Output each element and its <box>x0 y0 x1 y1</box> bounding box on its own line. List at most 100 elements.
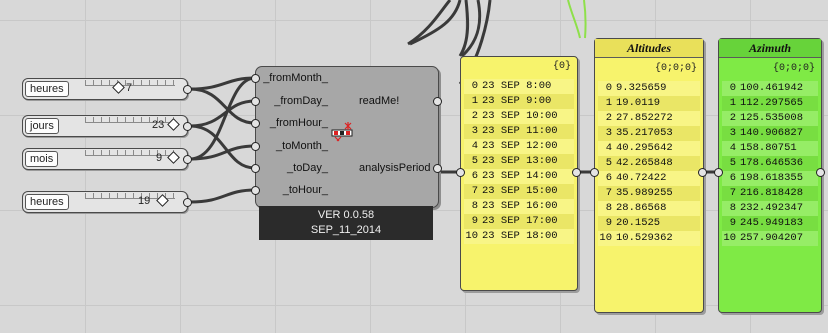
selected-wire-2 <box>583 0 587 39</box>
panel-row: 10 10.529362 <box>598 231 700 246</box>
row-value: 40.295642 <box>616 142 673 154</box>
row-index: 0 <box>605 82 612 94</box>
altitudes-panel[interactable]: Altitudes {0;0;0} 0 9.325659 1 19.0119 2 27.8… <box>594 38 704 313</box>
panel-output-port[interactable] <box>572 168 581 177</box>
row-index: 4 <box>605 142 612 154</box>
panel-row: 1 112.297565 <box>722 96 818 111</box>
row-value: 257.904207 <box>740 232 804 244</box>
panel-row: 0 23 SEP 8:00 <box>464 79 574 94</box>
panel-row: 8 232.492347 <box>722 201 818 216</box>
row-index: 5 <box>471 155 478 167</box>
row-index: 6 <box>471 170 478 182</box>
month-slider[interactable]: mois 9 <box>22 148 188 170</box>
row-value: 9.325659 <box>616 82 667 94</box>
row-value: 20.1525 <box>616 217 661 229</box>
row-value: 112.297565 <box>740 97 804 109</box>
row-index: 6 <box>605 172 612 184</box>
panel-row: 0 9.325659 <box>598 81 700 96</box>
panel-output-port[interactable] <box>816 168 825 177</box>
row-index: 7 <box>605 187 612 199</box>
row-index: 2 <box>471 110 478 122</box>
panel-path: {0} <box>552 61 571 72</box>
day-slider[interactable]: jours 23 <box>22 115 188 137</box>
row-index: 8 <box>729 202 736 214</box>
panel-row: 8 28.86568 <box>598 201 700 216</box>
input-from-day[interactable]: _fromDay_ <box>258 95 328 107</box>
row-value: 23 SEP 8:00 <box>482 80 552 92</box>
output-analysis-period[interactable]: analysisPeriod <box>359 162 431 174</box>
input-to-day[interactable]: _toDay_ <box>258 162 328 174</box>
component-version-bar: VER 0.0.58 SEP_11_2014 <box>259 206 433 240</box>
row-index: 0 <box>729 82 736 94</box>
panel-rows: 0 100.461942 1 112.297565 2 125.535008 3 140.90… <box>722 81 818 246</box>
input-port[interactable] <box>251 74 260 83</box>
input-to-month[interactable]: _toMonth_ <box>258 140 328 152</box>
row-index: 10 <box>599 232 612 244</box>
slider-output-grip[interactable] <box>183 155 192 164</box>
panel-row: 4 23 SEP 12:00 <box>464 139 574 154</box>
slider-label: heures <box>25 194 69 210</box>
to-hour-slider[interactable]: heures 19 <box>22 191 188 213</box>
panel-row: 6 198.618355 <box>722 171 818 186</box>
panel-row: 10 257.904207 <box>722 231 818 246</box>
azimuth-panel[interactable]: Azimuth {0;0;0} 0 100.461942 1 112.297565 2 1… <box>718 38 822 313</box>
panel-row: 9 20.1525 <box>598 216 700 231</box>
version-date: SEP_11_2014 <box>310 224 382 236</box>
panel-title: Azimuth <box>719 39 821 58</box>
panel-row: 6 23 SEP 14:00 <box>464 169 574 184</box>
input-port[interactable] <box>251 119 260 128</box>
output-port[interactable] <box>433 164 442 173</box>
output-readme[interactable]: readMe! <box>359 95 399 107</box>
input-port[interactable] <box>251 186 260 195</box>
row-index: 10 <box>723 232 736 244</box>
input-to-hour[interactable]: _toHour_ <box>258 184 328 196</box>
row-index: 9 <box>729 217 736 229</box>
slider-label: jours <box>25 118 59 134</box>
row-value: 23 SEP 18:00 <box>482 230 558 242</box>
panel-row: 4 158.80751 <box>722 141 818 156</box>
input-from-hour[interactable]: _fromHour_ <box>258 117 328 129</box>
panel-input-port[interactable] <box>714 168 723 177</box>
row-value: 198.618355 <box>740 172 804 184</box>
panel-row: 7 23 SEP 15:00 <box>464 184 574 199</box>
panel-row: 7 216.818428 <box>722 186 818 201</box>
panel-row: 3 35.217053 <box>598 126 700 141</box>
panel-row: 8 23 SEP 16:00 <box>464 199 574 214</box>
row-index: 1 <box>729 97 736 109</box>
slider-value: 7 <box>126 82 133 94</box>
panel-row: 1 23 SEP 9:00 <box>464 94 574 109</box>
panel-row: 7 35.989255 <box>598 186 700 201</box>
panel-row: 5 42.265848 <box>598 156 700 171</box>
panel-rows: 0 23 SEP 8:00 1 23 SEP 9:00 2 23 SEP 10:00 3 23… <box>464 79 574 244</box>
input-port[interactable] <box>251 142 260 151</box>
output-port[interactable] <box>433 97 442 106</box>
panel-output-port[interactable] <box>698 168 707 177</box>
slider-output-grip[interactable] <box>183 85 192 94</box>
row-index: 10 <box>465 230 478 242</box>
input-port[interactable] <box>251 97 260 106</box>
panel-row: 2 27.852272 <box>598 111 700 126</box>
panel-input-port[interactable] <box>590 168 599 177</box>
analysis-period-panel[interactable]: {0} 0 23 SEP 8:00 1 23 SEP 9:00 2 23 SEP 10:0… <box>460 56 578 291</box>
slider-value: 19 <box>138 195 151 207</box>
panel-row: 3 23 SEP 11:00 <box>464 124 574 139</box>
row-value: 35.217053 <box>616 127 673 139</box>
slider-value: 23 <box>152 119 165 131</box>
row-value: 23 SEP 14:00 <box>482 170 558 182</box>
input-port[interactable] <box>251 164 260 173</box>
row-value: 42.265848 <box>616 157 673 169</box>
analysis-period-icon <box>331 122 353 142</box>
row-index: 1 <box>605 97 612 109</box>
panel-input-port[interactable] <box>456 168 465 177</box>
input-from-month[interactable]: _fromMonth_ <box>258 72 328 84</box>
row-value: 216.818428 <box>740 187 804 199</box>
row-value: 23 SEP 9:00 <box>482 95 552 107</box>
slider-output-grip[interactable] <box>183 198 192 207</box>
slider-output-grip[interactable] <box>183 122 192 131</box>
slider-label: mois <box>25 151 59 167</box>
slider-label: heures <box>25 81 69 97</box>
row-index: 6 <box>729 172 736 184</box>
panel-rows: 0 9.325659 1 19.0119 2 27.852272 3 35.217053 4 40… <box>598 81 700 246</box>
hour-slider[interactable]: heures 7 <box>22 78 188 100</box>
row-value: 23 SEP 13:00 <box>482 155 558 167</box>
